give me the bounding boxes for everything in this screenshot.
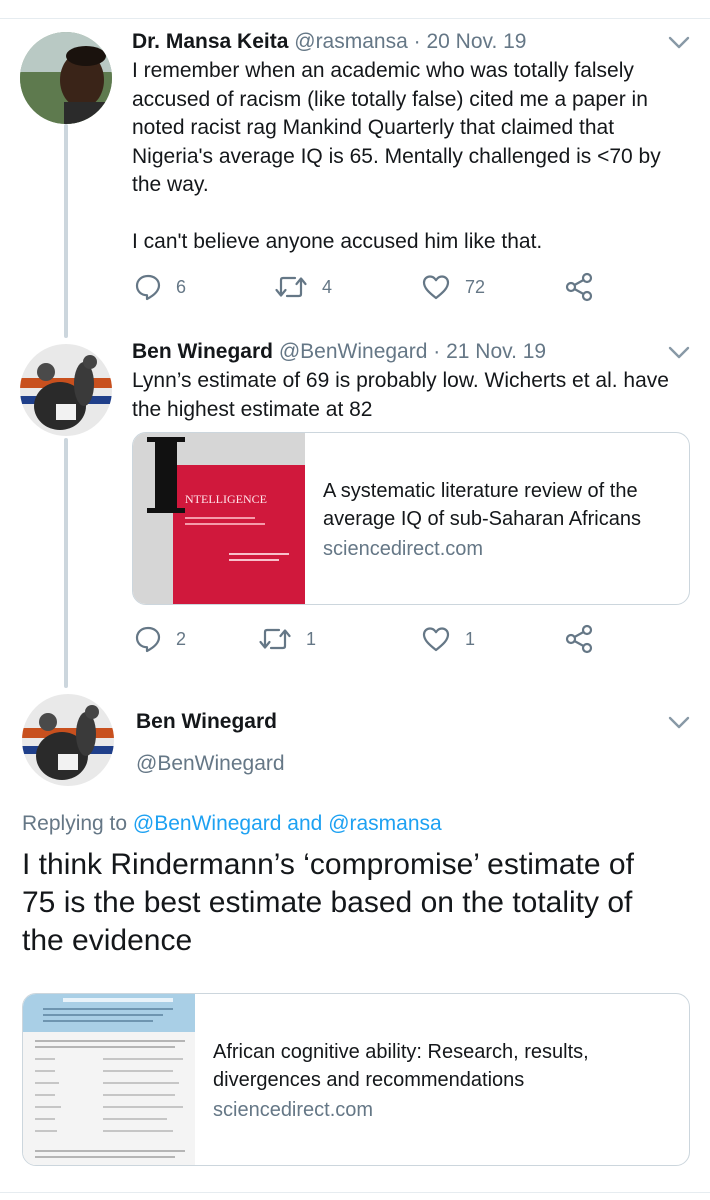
like-button[interactable]: 72 <box>421 272 485 302</box>
share-button[interactable] <box>564 624 594 654</box>
retweet-button[interactable]: 4 <box>274 272 332 302</box>
share-button[interactable] <box>564 272 594 302</box>
card-domain: sciencedirect.com <box>323 538 484 560</box>
reply-count: 2 <box>176 628 187 649</box>
card-thumb-title: NTELLIGENCE <box>185 492 267 506</box>
share-icon <box>565 624 593 654</box>
tweet-actions: 2 1 1 <box>134 624 604 654</box>
top-divider <box>0 18 710 19</box>
separator-dot: · <box>413 30 421 53</box>
tweet-text-line: 75 is the best estimate based on the tot… <box>22 886 633 919</box>
tweet-text-line: I remember when an academic who was tota… <box>132 59 634 82</box>
reply-button[interactable]: 2 <box>134 624 186 654</box>
card-thumbnail: NTELLIGENCE <box>133 433 305 604</box>
author-name[interactable]: Ben Winegard <box>136 710 277 734</box>
author-name[interactable]: Ben Winegard <box>132 340 273 363</box>
tweet-text: I remember when an academic who was tota… <box>132 57 692 257</box>
heart-icon <box>422 627 450 652</box>
retweet-count: 1 <box>306 628 317 649</box>
like-count: 72 <box>465 276 486 297</box>
tweet-actions: 6 4 72 <box>134 272 604 302</box>
link-card[interactable]: NTELLIGENCE A systematic literature revi… <box>132 432 690 605</box>
mention-link[interactable]: @BenWinegard <box>133 812 282 835</box>
tweet-date[interactable]: 21 Nov. 19 <box>446 340 546 363</box>
share-icon <box>565 272 593 302</box>
reply-button[interactable]: 6 <box>134 272 186 302</box>
replying-prefix: Replying to <box>22 812 133 835</box>
reply-icon <box>135 274 161 301</box>
like-count: 1 <box>465 628 476 649</box>
mention-and[interactable]: and <box>281 812 328 835</box>
tweet-text-line: I can't believe anyone accused him like … <box>132 230 543 253</box>
tweet-text-line: the evidence <box>22 924 193 957</box>
link-card[interactable]: African cognitive ability: Research, res… <box>22 993 690 1166</box>
heart-icon <box>422 275 450 300</box>
like-button[interactable]: 1 <box>421 624 475 654</box>
chevron-down-icon[interactable] <box>668 716 690 730</box>
tweet-header: Dr. Mansa Keita @rasmansa · 20 Nov. 19 <box>132 29 526 55</box>
author-handle[interactable]: @BenWinegard <box>136 752 285 776</box>
tweet-text: I think Rindermann’s ‘compromise’ estima… <box>22 846 692 960</box>
retweet-icon <box>275 276 307 298</box>
thread-line-2 <box>64 438 68 688</box>
author-handle[interactable]: @BenWinegard <box>279 340 428 363</box>
author-name[interactable]: Dr. Mansa Keita <box>132 30 288 53</box>
tweet-text-line: Nigeria's average IQ is 65. Mentally cha… <box>132 144 661 168</box>
card-domain: sciencedirect.com <box>213 1099 374 1121</box>
retweet-button[interactable]: 1 <box>258 624 316 654</box>
replying-to: Replying to @BenWinegard and @rasmansa <box>22 812 442 836</box>
tweet-text-line: the highest estimate at 82 <box>132 397 373 421</box>
tweet-text-line: the way. <box>132 173 209 196</box>
chevron-down-icon[interactable] <box>668 36 690 50</box>
reply-icon <box>135 626 161 653</box>
tweet-date[interactable]: 20 Nov. 19 <box>426 30 526 53</box>
retweet-icon <box>259 628 291 650</box>
card-title-line: average IQ of sub-Saharan Africans <box>323 508 641 530</box>
chevron-down-icon[interactable] <box>668 346 690 360</box>
avatar[interactable] <box>22 694 114 786</box>
tweet-text-line: I think Rindermann’s ‘compromise’ estima… <box>22 848 634 881</box>
card-thumbnail <box>23 994 195 1165</box>
tweet-text-line: Lynn’s estimate of 69 is probably low. W… <box>132 369 669 392</box>
card-title-line: A systematic literature review of the <box>323 480 638 502</box>
mention-link[interactable]: @rasmansa <box>328 812 442 835</box>
card-text: A systematic literature review of the av… <box>323 477 677 563</box>
tweet-text-line: accused of racism (like totally false) c… <box>132 87 648 111</box>
retweet-count: 4 <box>322 276 333 297</box>
card-text: African cognitive ability: Research, res… <box>213 1038 677 1124</box>
author-handle[interactable]: @rasmansa <box>294 30 408 53</box>
avatar[interactable] <box>20 32 112 124</box>
separator-dot: · <box>433 340 441 363</box>
bottom-divider <box>0 1192 710 1193</box>
thread-line-1 <box>64 124 68 338</box>
tweet-text: Lynn’s estimate of 69 is probably low. W… <box>132 367 692 424</box>
reply-count: 6 <box>176 276 187 297</box>
tweet-header: Ben Winegard @BenWinegard · 21 Nov. 19 <box>132 339 546 365</box>
avatar[interactable] <box>20 344 112 436</box>
card-title-line: African cognitive ability: Research, res… <box>213 1041 589 1063</box>
card-title-line: divergences and recommendations <box>213 1069 525 1091</box>
tweet-text-line: noted racist rag Mankind Quarterly that … <box>132 116 615 139</box>
